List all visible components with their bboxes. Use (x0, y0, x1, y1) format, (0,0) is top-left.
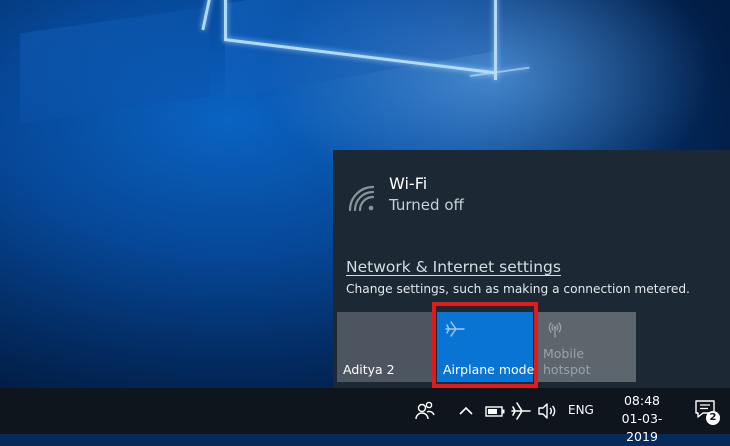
language-indicator[interactable]: ENG (568, 403, 594, 417)
quick-action-label: Aditya 2 (343, 362, 395, 377)
volume-icon[interactable] (536, 400, 558, 422)
clock-time: 08:48 (623, 393, 661, 408)
taskbar: ENG 08:48 01-03-2019 2 (0, 388, 730, 444)
battery-icon[interactable] (484, 400, 506, 422)
quick-action-mobile-hotspot[interactable]: Mobile hotspot (537, 312, 636, 382)
people-icon[interactable] (414, 400, 436, 422)
wifi-icon (348, 185, 375, 212)
airplane-mode-highlight (432, 302, 538, 388)
wallpaper-window-pane (225, 0, 495, 99)
hotspot-icon (548, 322, 562, 338)
wallpaper-window-pane (20, 6, 210, 124)
clock-date: 01-03-2019 (621, 411, 663, 444)
wifi-network-row[interactable]: Wi-Fi Turned off (347, 170, 647, 216)
network-settings-description: Change settings, such as making a connec… (346, 282, 690, 296)
airplane-icon[interactable] (510, 400, 532, 422)
chevron-up-icon[interactable] (455, 400, 477, 422)
wifi-status: Turned off (389, 196, 464, 214)
wallpaper-light-beam (224, 0, 227, 40)
quick-action-aditya-2[interactable]: Aditya 2 (337, 312, 433, 382)
clock[interactable]: 08:48 01-03-2019 (610, 392, 674, 446)
network-internet-settings-link[interactable]: Network & Internet settings (346, 258, 561, 276)
notification-count-badge: 2 (706, 411, 720, 425)
wallpaper-light-beam (494, 0, 497, 80)
wifi-title: Wi-Fi (389, 174, 428, 193)
quick-action-label: Mobile hotspot (543, 346, 591, 377)
